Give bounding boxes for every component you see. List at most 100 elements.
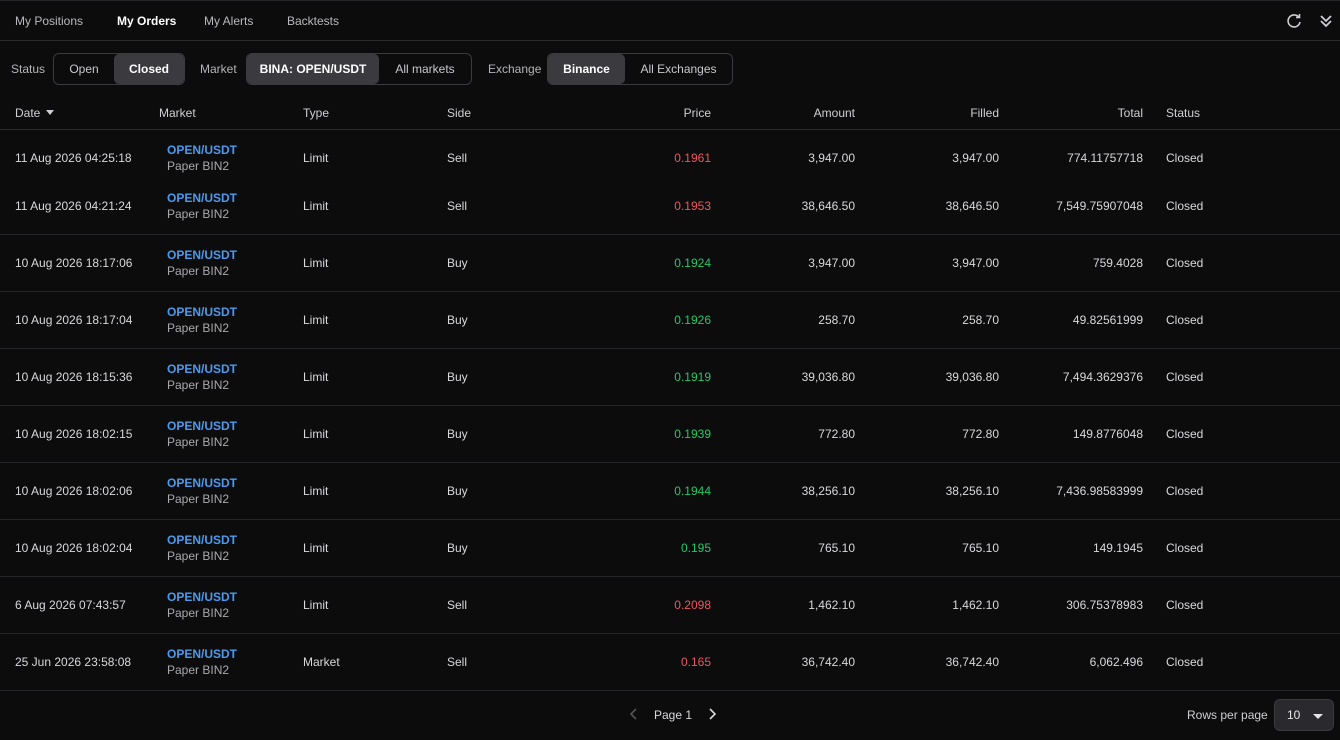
tab-my-positions[interactable]: My Positions xyxy=(15,14,83,28)
order-date: 11 Aug 2026 04:21:24 xyxy=(15,199,132,213)
order-total: 149.8776048 xyxy=(1072,427,1143,441)
order-type: Limit xyxy=(303,598,329,612)
rows-per-page-value: 10 xyxy=(1287,708,1301,722)
table-row[interactable]: 10 Aug 2026 18:02:04 OPEN/USDT Paper BIN2 L… xyxy=(0,520,1340,577)
previous-page-icon[interactable] xyxy=(626,706,642,722)
table-row[interactable]: 10 Aug 2026 18:17:04 OPEN/USDT Paper BIN2 L… xyxy=(0,292,1340,349)
order-date: 10 Aug 2026 18:15:36 xyxy=(15,370,133,384)
market-pair-link[interactable]: OPEN/USDT xyxy=(167,191,237,205)
rows-per-page-label: Rows per page xyxy=(1187,708,1268,722)
status-open-option[interactable]: Open xyxy=(54,54,114,84)
market-account: Paper BIN2 xyxy=(167,435,230,449)
market-all-option[interactable]: All markets xyxy=(379,54,471,84)
market-pair-link[interactable]: OPEN/USDT xyxy=(167,248,237,262)
order-status: Closed xyxy=(1166,427,1204,441)
order-filled: 765.10 xyxy=(962,541,999,555)
order-type: Limit xyxy=(303,256,329,270)
market-pair-link[interactable]: OPEN/USDT xyxy=(167,590,237,604)
rows-per-page-select[interactable]: 10 xyxy=(1274,699,1334,731)
order-status: Closed xyxy=(1166,655,1204,669)
order-total: 759.4028 xyxy=(1092,256,1143,270)
order-side: Buy xyxy=(447,370,468,384)
order-side: Buy xyxy=(447,484,468,498)
tab-backtests[interactable]: Backtests xyxy=(287,14,339,28)
column-header-price[interactable]: Price xyxy=(560,106,711,120)
status-closed-option[interactable]: Closed xyxy=(114,54,184,84)
tab-my-alerts[interactable]: My Alerts xyxy=(204,14,253,28)
table-row[interactable]: 6 Aug 2026 07:43:57 OPEN/USDT Paper BIN2 Li… xyxy=(0,577,1340,634)
page-indicator: Page 1 xyxy=(654,708,693,722)
market-pair-link[interactable]: OPEN/USDT xyxy=(167,143,237,157)
order-side: Sell xyxy=(447,151,468,165)
order-amount: 3,947.00 xyxy=(808,151,855,165)
market-filter-label: Market xyxy=(200,62,237,76)
table-row[interactable]: 10 Aug 2026 18:02:06 OPEN/USDT Paper BIN2 L… xyxy=(0,463,1340,520)
column-header-status[interactable]: Status xyxy=(1166,106,1200,120)
order-amount: 765.10 xyxy=(818,541,855,555)
order-total: 774.11757718 xyxy=(1067,151,1143,165)
column-header-filled[interactable]: Filled xyxy=(848,106,999,120)
order-amount: 36,742.40 xyxy=(801,655,855,669)
order-price: 0.195 xyxy=(680,541,711,555)
market-pair-link[interactable]: OPEN/USDT xyxy=(167,362,237,376)
column-header-date-label: Date xyxy=(15,106,41,120)
order-amount: 3,947.00 xyxy=(808,256,855,270)
table-row[interactable]: 11 Aug 2026 04:21:24 OPEN/USDT Paper BIN2 L… xyxy=(0,178,1340,235)
order-type: Limit xyxy=(303,484,329,498)
order-price: 0.1961 xyxy=(674,151,711,165)
order-total: 306.75378983 xyxy=(1066,598,1143,612)
market-account: Paper BIN2 xyxy=(167,492,230,506)
exchange-all-option[interactable]: All Exchanges xyxy=(625,54,732,84)
column-header-type[interactable]: Type xyxy=(303,106,329,120)
market-pair-link[interactable]: OPEN/USDT xyxy=(167,419,237,433)
order-status: Closed xyxy=(1166,541,1204,555)
next-page-icon[interactable] xyxy=(704,706,720,722)
column-header-amount[interactable]: Amount xyxy=(704,106,855,120)
market-pair-link[interactable]: OPEN/USDT xyxy=(167,533,237,547)
order-date: 6 Aug 2026 07:43:57 xyxy=(15,598,126,612)
order-status: Closed xyxy=(1166,199,1204,213)
order-amount: 772.80 xyxy=(818,427,855,441)
order-date: 25 Jun 2026 23:58:08 xyxy=(15,655,132,669)
market-account: Paper BIN2 xyxy=(167,378,230,392)
market-pair-link[interactable]: OPEN/USDT xyxy=(167,305,237,319)
order-side: Buy xyxy=(447,541,468,555)
order-amount: 38,646.50 xyxy=(801,199,855,213)
order-filled: 1,462.10 xyxy=(952,598,999,612)
market-pair-link[interactable]: OPEN/USDT xyxy=(167,647,237,661)
order-amount: 39,036.80 xyxy=(801,370,855,384)
orders-table-header: Date Market Type Side Price Amount Fille… xyxy=(0,97,1340,130)
exchange-binance-option[interactable]: Binance xyxy=(548,54,625,84)
column-header-total[interactable]: Total xyxy=(992,106,1143,120)
order-price: 0.1939 xyxy=(674,427,711,441)
table-row[interactable]: 10 Aug 2026 18:15:36 OPEN/USDT Paper BIN2 L… xyxy=(0,349,1340,406)
table-row[interactable]: 11 Aug 2026 04:25:18 OPEN/USDT Paper BIN2 L… xyxy=(0,130,1340,178)
market-bina-open-usdt-option[interactable]: BINA: OPEN/USDT xyxy=(247,54,379,84)
column-header-market[interactable]: Market xyxy=(159,106,196,120)
order-type: Limit xyxy=(303,199,329,213)
order-type: Limit xyxy=(303,370,329,384)
order-price: 0.1944 xyxy=(674,484,711,498)
market-account: Paper BIN2 xyxy=(167,159,230,173)
table-row[interactable]: 25 Jun 2026 23:58:08 OPEN/USDT Paper BIN2 M… xyxy=(0,634,1340,691)
order-date: 10 Aug 2026 18:02:06 xyxy=(15,484,133,498)
tab-my-orders[interactable]: My Orders xyxy=(117,14,176,28)
double-chevron-down-icon[interactable] xyxy=(1318,13,1334,29)
market-account: Paper BIN2 xyxy=(167,207,230,221)
column-header-date[interactable]: Date xyxy=(15,106,55,120)
order-side: Sell xyxy=(447,655,468,669)
table-row[interactable]: 10 Aug 2026 18:17:06 OPEN/USDT Paper BIN2 L… xyxy=(0,235,1340,292)
order-filled: 36,742.40 xyxy=(945,655,999,669)
order-total: 149.1945 xyxy=(1092,541,1143,555)
caret-down-icon xyxy=(1313,714,1323,719)
column-header-side[interactable]: Side xyxy=(447,106,471,120)
order-status: Closed xyxy=(1166,370,1204,384)
market-pair-link[interactable]: OPEN/USDT xyxy=(167,476,237,490)
market-account: Paper BIN2 xyxy=(167,549,230,563)
order-total: 7,549.75907048 xyxy=(1056,199,1143,213)
table-row[interactable]: 10 Aug 2026 18:02:15 OPEN/USDT Paper BIN2 L… xyxy=(0,406,1340,463)
refresh-icon[interactable] xyxy=(1286,13,1302,29)
order-total: 7,436.98583999 xyxy=(1056,484,1143,498)
order-date: 11 Aug 2026 04:25:18 xyxy=(15,151,132,165)
order-type: Limit xyxy=(303,151,329,165)
